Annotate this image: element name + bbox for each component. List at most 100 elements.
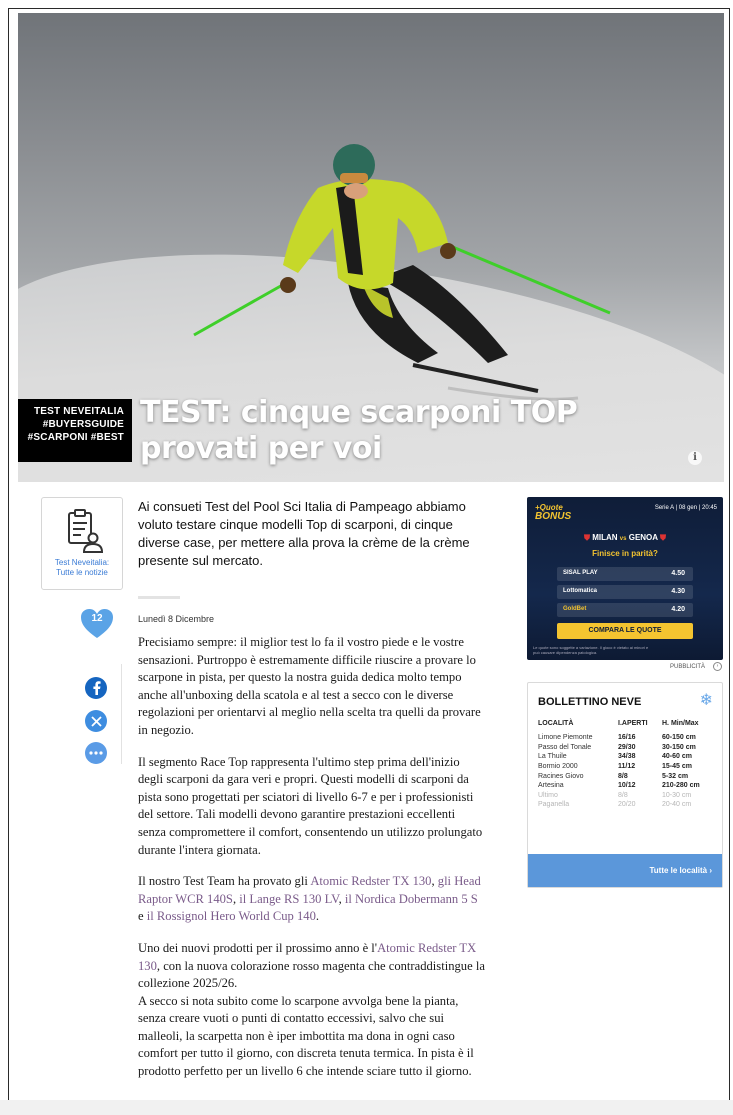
snow-depth: 10-30 cm — [662, 791, 692, 799]
paragraph-text: Uno dei nuovi prodotti per il prossimo a… — [138, 940, 378, 955]
article-date: Lunedì 8 Dicembre — [138, 614, 215, 624]
hero-tag[interactable]: TEST NEVEITALIA — [18, 405, 124, 418]
resort-name[interactable]: Bormio 2000 — [538, 762, 618, 772]
lead-divider — [138, 596, 180, 599]
ad-fine-print: Le quote sono soggette a variazione. Il … — [533, 645, 649, 655]
hero-tag[interactable]: #SCARPONI #BEST — [18, 431, 124, 444]
odd-value: 4.20 — [671, 606, 685, 613]
like-button[interactable]: 12 — [80, 608, 114, 640]
snow-depth: 60-150 cm — [662, 734, 696, 742]
rail-divider — [121, 664, 122, 764]
table-header-row: LOCALITÀ I.APERTI H. Min/Max — [538, 720, 718, 733]
facebook-icon — [93, 681, 101, 695]
lifts-open: 34/38 — [618, 753, 636, 761]
ad-brand: +Quote BONUS — [535, 503, 572, 522]
paragraph-text: e — [138, 909, 147, 924]
paragraph: Precisiamo sempre: il miglior test lo fa… — [138, 635, 481, 737]
odd-row[interactable]: Lottomatica 4.30 — [557, 585, 693, 599]
paragraph-text: . — [315, 909, 320, 924]
odd-value: 4.50 — [671, 570, 685, 577]
product-link[interactable]: il Rossignol Hero World Cup 140 — [147, 909, 316, 923]
bookmaker-name: SISAL PLAY — [563, 570, 598, 576]
column-header: H. Min/Max — [662, 720, 699, 727]
lifts-open: 8/8 — [618, 791, 628, 799]
ad-league: Serie A | 08 gen | 20:45 — [654, 505, 717, 511]
article-title-line: provati per voi — [140, 431, 382, 466]
paragraph-text: , con la nuova colorazione rosso magenta… — [138, 958, 485, 991]
odd-row[interactable]: GoldBet 4.20 — [557, 603, 693, 617]
editor-document-person-icon — [59, 508, 105, 554]
lifts-open: 20/20 — [618, 801, 636, 809]
x-icon — [90, 715, 102, 727]
snow-depth: 40-60 cm — [662, 753, 692, 761]
article-lead: Ai consueti Test del Pool Sci Italia di … — [138, 499, 470, 568]
snow-depth: 15-45 cm — [662, 763, 692, 771]
team-shield-icon: ⛊ — [660, 533, 666, 542]
resort-name[interactable]: Paganella — [538, 800, 618, 810]
more-icon — [89, 751, 103, 755]
product-link[interactable]: il Nordica Dobermann 5 S — [345, 892, 478, 906]
paragraph: A secco si nota subito come lo scarpone … — [138, 993, 474, 1079]
more-share-button[interactable] — [85, 742, 107, 764]
table-row[interactable]: Ultimo 8/8 10-30 cm — [538, 791, 718, 801]
article-body: Precisiamo sempre: il miglior test lo fa… — [138, 634, 486, 1095]
column-header: I.APERTI — [618, 720, 648, 727]
resort-name[interactable]: Ultimo — [538, 791, 618, 801]
snow-depth: 210-280 cm — [662, 782, 700, 790]
all-resorts-button[interactable]: Tutte le località › — [528, 854, 722, 887]
table-row[interactable]: Paganella 20/20 20-40 cm — [538, 800, 718, 810]
resort-name[interactable]: Artesina — [538, 781, 618, 791]
lifts-open: 8/8 — [618, 772, 628, 780]
snow-report-table: LOCALITÀ I.APERTI H. Min/Max Limone Piem… — [538, 720, 718, 810]
lifts-open: 10/12 — [618, 782, 636, 790]
resort-name[interactable]: Limone Piemonte — [538, 733, 618, 743]
table-row[interactable]: La Thuile 34/38 40-60 cm — [538, 752, 718, 762]
ad-brand-line: BONUS — [535, 511, 572, 522]
betting-ad[interactable]: +Quote BONUS Serie A | 08 gen | 20:45 ⛊ … — [527, 497, 723, 660]
lifts-open: 11/12 — [618, 763, 636, 771]
snow-depth: 20-40 cm — [662, 801, 692, 809]
ad-vs: vs — [619, 536, 627, 542]
snowflake-icon: ❄ — [699, 692, 713, 709]
lifts-open: 29/30 — [618, 743, 636, 751]
snow-report-title: BOLLETTINO NEVE — [538, 696, 642, 708]
facebook-share-button[interactable] — [85, 677, 107, 699]
paragraph: Uno dei nuovi prodotti per il prossimo a… — [138, 940, 486, 993]
paragraph: Il nostro Test Team ha provato gli Atomi… — [138, 873, 486, 926]
product-link[interactable]: il Lange RS 130 LV — [239, 892, 338, 906]
compare-odds-button[interactable]: COMPARA LE QUOTE — [557, 623, 693, 639]
table-row[interactable]: Racines Giovo 8/8 5-32 cm — [538, 771, 718, 781]
article-title-line: TEST: cinque scarponi TOP — [140, 395, 578, 430]
hero-image[interactable]: TEST NEVEITALIA #BUYERSGUIDE #SCARPONI #… — [18, 13, 724, 482]
ad-question: Finisce in parità? — [592, 549, 658, 558]
hero-tag[interactable]: #BUYERSGUIDE — [18, 418, 124, 431]
ad-options-icon[interactable]: › — [713, 662, 722, 671]
page-bottom-edge — [0, 1100, 733, 1115]
ad-away-team: GENOA — [628, 533, 658, 542]
author-card[interactable]: Test Neveitalia: Tutte le notizie — [41, 497, 123, 590]
odd-row[interactable]: SISAL PLAY 4.50 — [557, 567, 693, 581]
ad-match: ⛊ MILAN vs GENOA ⛊ — [527, 533, 723, 543]
info-icon[interactable]: i — [688, 451, 702, 465]
snow-depth: 30-150 cm — [662, 743, 696, 751]
lifts-open: 16/16 — [618, 734, 636, 742]
like-count: 12 — [91, 613, 103, 624]
bookmaker-name: GoldBet — [563, 606, 587, 612]
paragraph: Il segmento Race Top rappresenta l'ultim… — [138, 754, 483, 857]
article-title: TEST: cinque scarponi TOP provati per vo… — [140, 395, 700, 467]
product-link[interactable]: Atomic Redster TX 130 — [310, 874, 431, 888]
ad-label: PUBBLICITÀ — [670, 664, 706, 670]
hero-tag-box[interactable]: TEST NEVEITALIA #BUYERSGUIDE #SCARPONI #… — [18, 399, 132, 462]
bookmaker-name: Lottomatica — [563, 588, 598, 594]
table-row[interactable]: Limone Piemonte 16/16 60-150 cm — [538, 733, 718, 743]
table-row[interactable]: Passo del Tonale 29/30 30-150 cm — [538, 743, 718, 753]
resort-name[interactable]: Racines Giovo — [538, 771, 618, 781]
resort-name[interactable]: La Thuile — [538, 752, 618, 762]
author-label[interactable]: Tutte le notizie — [42, 568, 122, 578]
resort-name[interactable]: Passo del Tonale — [538, 743, 618, 753]
table-row[interactable]: Artesina 10/12 210-280 cm — [538, 781, 718, 791]
table-row[interactable]: Bormio 2000 11/12 15-45 cm — [538, 762, 718, 772]
snow-depth: 5-32 cm — [662, 772, 689, 780]
x-share-button[interactable] — [85, 710, 107, 732]
author-label[interactable]: Test Neveitalia: — [42, 558, 122, 568]
